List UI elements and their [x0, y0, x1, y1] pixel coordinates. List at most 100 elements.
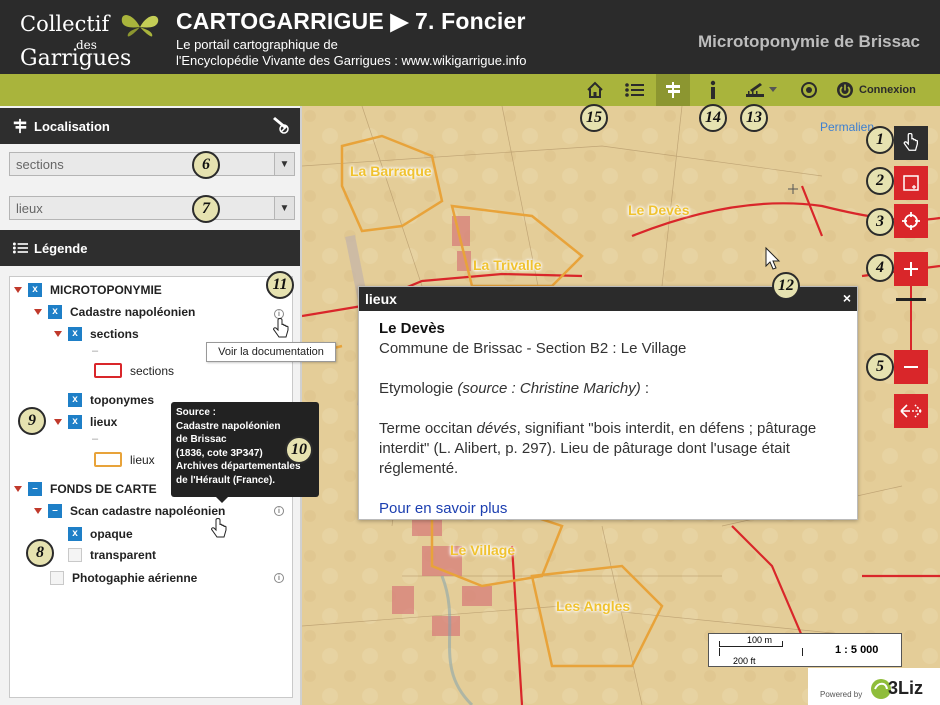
app-title: CARTOGARRIGUE ▶ 7. Foncier	[176, 8, 526, 34]
map-view[interactable]: La Barraque Le Devès La Trivalle Le Vill…	[302, 106, 940, 705]
expand-triangle-icon[interactable]	[34, 508, 42, 514]
expand-triangle-icon[interactable]	[34, 309, 42, 315]
layer-sections[interactable]: x sections	[54, 327, 139, 341]
callout-15: 15	[580, 104, 608, 132]
legende-panel-header[interactable]: Légende	[0, 230, 300, 266]
expand-triangle-icon[interactable]	[54, 419, 62, 425]
layer-opaque[interactable]: x opaque	[68, 527, 133, 541]
main-toolbar: Connexion	[0, 74, 940, 106]
scale-ratio: 1 : 5 000	[835, 644, 879, 656]
expand-triangle-icon[interactable]	[14, 287, 22, 293]
popup-etymology: Etymologie (source : Christine Marichy) …	[379, 379, 837, 399]
symbol-label: sections	[130, 363, 175, 378]
zoom-slider[interactable]	[896, 286, 926, 350]
zoom-extent-button[interactable]	[894, 204, 928, 238]
close-icon[interactable]: ×	[843, 290, 851, 306]
lieux-select[interactable]: lieux ▼	[9, 196, 295, 220]
group-label: MICROTOPONYMIE	[50, 283, 162, 297]
collectif-garrigues-logo[interactable]: Collectif des Garrigues	[14, 6, 164, 71]
expand-triangle-icon[interactable]	[54, 331, 62, 337]
zoom-out-button[interactable]	[894, 350, 928, 384]
checkbox-checked[interactable]: x	[28, 283, 42, 297]
info-button[interactable]	[696, 74, 730, 106]
callout-4: 4	[866, 254, 894, 282]
chevron-down-icon[interactable]: ▼	[274, 197, 294, 219]
layers-button[interactable]	[617, 74, 651, 106]
checkbox-checked[interactable]: x	[68, 393, 82, 407]
metric-scale-label: 100 m	[747, 635, 773, 645]
layer-toponymes[interactable]: x toponymes	[68, 393, 154, 407]
checkbox-checked[interactable]: x	[48, 305, 62, 319]
measure-icon	[745, 83, 764, 97]
tooltip-line: de l'Hérault (France).	[176, 474, 276, 486]
group-label: Cadastre napoléonien	[70, 305, 196, 319]
popup-description: Terme occitan dévés, signifiant "bois in…	[379, 419, 837, 479]
popup-body: Le Devès Commune de Brissac - Section B2…	[359, 311, 857, 527]
layer-transparent[interactable]: transparent	[68, 548, 156, 562]
layer-label: toponymes	[90, 393, 155, 407]
hand-pointer-icon	[273, 318, 289, 338]
home-button[interactable]	[578, 74, 612, 106]
checkbox-unchecked[interactable]	[50, 571, 64, 585]
pan-button[interactable]	[894, 126, 928, 160]
map-label-deves: Le Devès	[628, 202, 690, 218]
permalink-link[interactable]: Permalien	[820, 120, 874, 134]
callout-8: 8	[26, 539, 54, 567]
localisation-button[interactable]	[656, 74, 690, 106]
layer-lieux[interactable]: x lieux	[54, 415, 117, 429]
sections-swatch	[94, 363, 122, 378]
callout-12: 12	[772, 272, 800, 300]
callout-10: 10	[285, 436, 313, 464]
checkbox-checked[interactable]: x	[68, 415, 82, 429]
info-circle-icon[interactable]: i	[274, 506, 284, 516]
legend-dash: –	[92, 345, 99, 357]
sections-select[interactable]: sections ▼	[9, 152, 295, 176]
measure-button[interactable]	[738, 74, 782, 106]
localisation-panel-header[interactable]: Localisation	[0, 108, 300, 144]
group-scan-cadastre[interactable]: – Scan cadastre napoléonien	[34, 504, 225, 518]
zoom-in-button[interactable]	[894, 252, 928, 286]
group-fonds-de-carte[interactable]: – FONDS DE CARTE	[14, 482, 157, 496]
group-cadastre[interactable]: x Cadastre napoléonien	[34, 305, 195, 319]
app-subtitle-line1: Le portail cartographique de	[176, 37, 338, 52]
layer-label: Photogaphie aérienne	[72, 571, 198, 585]
login-button[interactable]: Connexion	[836, 74, 916, 106]
clear-location-icon[interactable]	[270, 117, 290, 135]
layers-list-icon	[625, 83, 644, 97]
group-microtoponymie[interactable]: x MICROTOPONYMIE	[14, 283, 162, 297]
legend-dash: –	[92, 433, 99, 445]
callout-3: 3	[866, 208, 894, 236]
sections-select-value: sections	[16, 156, 64, 172]
legend-symbol-sections: sections	[94, 363, 174, 378]
info-circle-icon[interactable]: i	[274, 573, 284, 583]
previous-next-button[interactable]	[894, 394, 928, 428]
zoom-box-button[interactable]	[894, 166, 928, 200]
map-label-angles: Les Angles	[556, 598, 631, 614]
layer-photo-aerienne[interactable]: Photogaphie aérienne	[50, 571, 197, 585]
read-more-link[interactable]: Pour en savoir plus	[379, 499, 837, 519]
group-label: Scan cadastre napoléonien	[70, 504, 226, 518]
group-label: FONDS DE CARTE	[50, 482, 157, 496]
chevron-down-icon[interactable]: ▼	[274, 153, 294, 175]
callout-9: 9	[18, 407, 46, 435]
checkbox-checked[interactable]: x	[68, 327, 82, 341]
checkbox-partial[interactable]: –	[28, 482, 42, 496]
scale-bar: 100 m 200 ft 1 : 5 000	[708, 633, 902, 667]
target-icon	[801, 82, 817, 98]
imperial-scale-label: 200 ft	[733, 656, 756, 666]
app-header: Collectif des Garrigues CARTOGARRIGUE ▶ …	[0, 0, 940, 74]
zoom-slider-track	[910, 286, 912, 350]
checkbox-checked[interactable]: x	[68, 527, 82, 541]
layer-label: lieux	[90, 415, 118, 429]
zoom-slider-handle[interactable]	[896, 298, 926, 301]
geolocation-button[interactable]	[792, 74, 826, 106]
project-name: Microtoponymie de Brissac	[697, 32, 920, 51]
login-label: Connexion	[859, 84, 916, 96]
expand-triangle-icon[interactable]	[14, 486, 22, 492]
crosshair-icon	[902, 212, 920, 230]
checkbox-unchecked[interactable]	[68, 548, 82, 562]
callout-1: 1	[866, 126, 894, 154]
map-label-village: Le Village	[450, 542, 516, 558]
checkbox-partial[interactable]: –	[48, 504, 62, 518]
powered-by-badge[interactable]: Powered by 3Liz	[808, 668, 940, 705]
